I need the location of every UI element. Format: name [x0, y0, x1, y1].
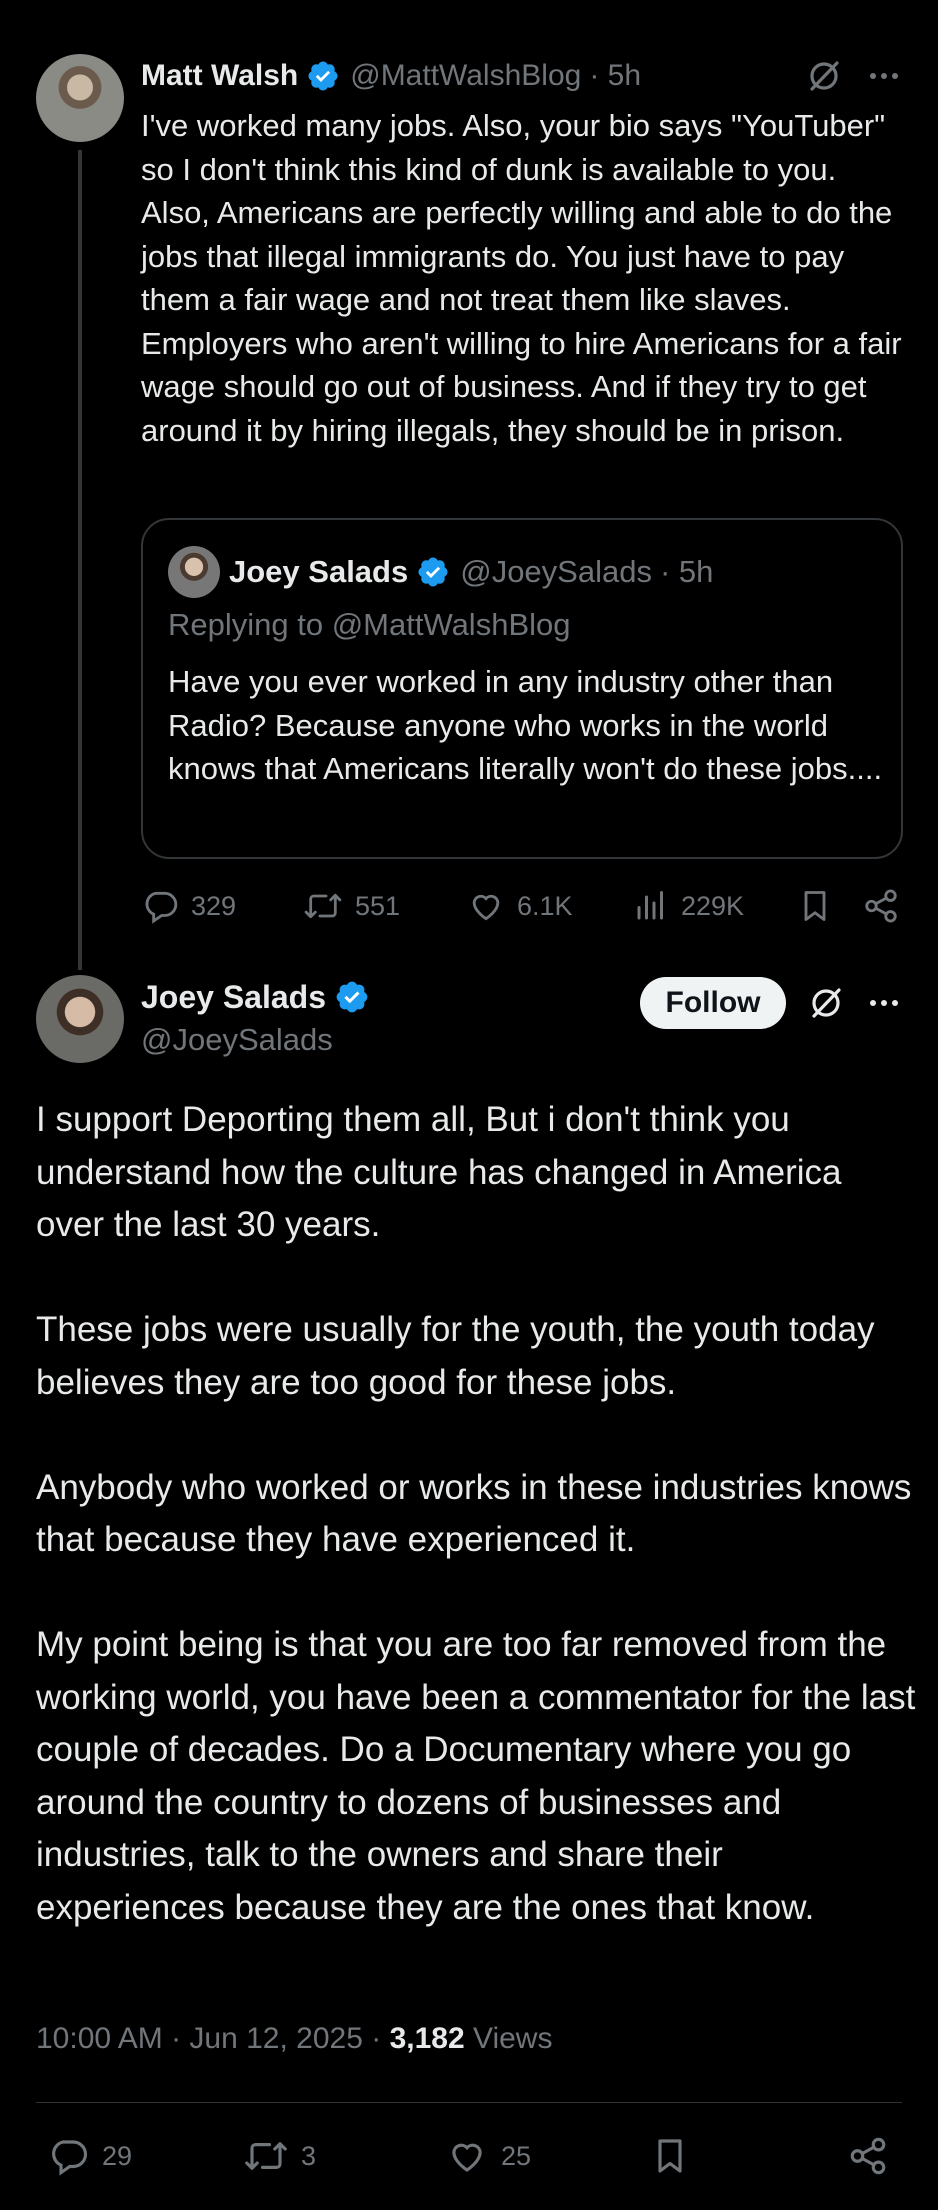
bookmark-icon: [658, 2139, 682, 2173]
repost-button[interactable]: 551: [303, 887, 400, 925]
replying-to-label: Replying to @MattWalshBlog: [168, 607, 571, 642]
reply-icon: [145, 891, 178, 924]
author-handle[interactable]: @JoeySalads: [141, 1022, 333, 1058]
share-icon: [865, 889, 897, 923]
tweet-timestamp[interactable]: 10:00 AM · Jun 12, 2025 ·: [36, 2022, 390, 2055]
share-icon: [850, 2137, 886, 2175]
avatar-matt-walsh[interactable]: [36, 54, 124, 142]
main-tweet-text: I support Deporting them all, But i don'…: [36, 1094, 916, 1934]
verified-badge-icon: [306, 59, 340, 93]
reply-count: 329: [191, 890, 237, 921]
quoted-tweet-header: Joey Salads @JoeySalads · 5h: [229, 552, 713, 592]
views-button[interactable]: 229K: [633, 887, 744, 925]
heart-icon: [472, 894, 500, 921]
tweet-paragraph: Anybody who worked or works in these ind…: [36, 1467, 912, 1560]
verified-badge-icon: [416, 555, 450, 589]
avatar-joey-salads[interactable]: [36, 975, 124, 1063]
author-name[interactable]: Matt Walsh: [141, 59, 298, 93]
like-count: 6.1K: [517, 890, 573, 921]
bookmark-icon: [804, 891, 826, 921]
more-options-icon[interactable]: [864, 983, 904, 1023]
tweet-paragraph: My point being is that you are too far r…: [36, 1625, 916, 1927]
verified-badge-icon: [334, 979, 370, 1015]
parent-tweet-text: I've worked many jobs. Also, your bio sa…: [141, 108, 902, 448]
view-count: 3,182: [389, 2022, 465, 2055]
analytics-icon: [637, 891, 663, 920]
like-count: 25: [501, 2140, 532, 2171]
follow-button[interactable]: Follow: [640, 977, 786, 1029]
like-button[interactable]: 6.1K: [467, 887, 573, 925]
avatar-joey-salads-small[interactable]: [168, 546, 220, 598]
main-tweet-author: Joey Salads: [141, 976, 370, 1018]
parent-tweet-header: Matt Walsh @MattWalshBlog · 5h: [141, 56, 641, 96]
like-button[interactable]: 25: [445, 2135, 531, 2177]
tweet-paragraph: These jobs were usually for the youth, t…: [36, 1310, 875, 1402]
tweet-time[interactable]: · 5h: [589, 59, 641, 93]
repost-button[interactable]: 3: [243, 2135, 316, 2177]
divider: [36, 2102, 902, 2103]
author-name[interactable]: Joey Salads: [141, 979, 326, 1016]
repost-count: 3: [301, 2140, 317, 2171]
repost-icon: [245, 2142, 287, 2170]
quoted-tweet-time: · 5h: [659, 554, 714, 589]
tweet-metadata: 10:00 AM · Jun 12, 2025 · 3,182 Views: [36, 2022, 552, 2056]
bookmark-button[interactable]: [650, 2135, 690, 2177]
reply-button[interactable]: 29: [46, 2135, 132, 2177]
reply-button[interactable]: 329: [141, 887, 236, 925]
quoted-author-handle: @JoeySalads: [460, 554, 652, 589]
repost-icon: [304, 893, 342, 919]
share-button[interactable]: [846, 2135, 890, 2177]
thread-line: [78, 150, 82, 970]
reply-count: 29: [102, 2140, 133, 2171]
grok-icon[interactable]: [804, 56, 844, 96]
repost-count: 551: [355, 890, 401, 921]
view-count: 229K: [681, 890, 745, 921]
bookmark-button[interactable]: [797, 887, 833, 925]
share-button[interactable]: [862, 887, 900, 925]
tweet-paragraph: I support Deporting them all, But i don'…: [36, 1100, 842, 1244]
views-label: Views: [464, 2022, 553, 2055]
heart-icon: [452, 2143, 482, 2172]
author-handle[interactable]: @MattWalshBlog: [350, 59, 581, 93]
quoted-tweet-text: Have you ever worked in any industry oth…: [168, 664, 883, 786]
more-options-icon[interactable]: [864, 56, 904, 96]
quoted-author-name[interactable]: Joey Salads: [229, 554, 408, 590]
grok-icon[interactable]: [806, 983, 846, 1023]
reply-icon: [52, 2140, 88, 2176]
